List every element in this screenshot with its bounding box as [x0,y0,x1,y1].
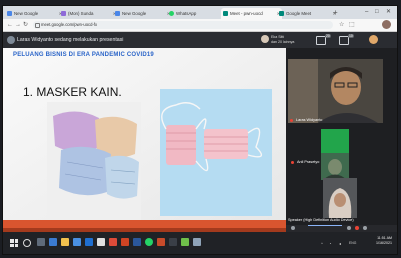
google-favicon-icon [115,11,120,16]
new-tab-button[interactable]: + [333,7,338,18]
meet-favicon-icon [223,11,228,16]
tab-6-label: Google Meet [286,11,312,16]
tab-1[interactable]: New Google✕ [5,8,64,19]
app-icon[interactable] [193,238,201,246]
mic-muted-icon [290,119,293,122]
lock-icon [35,23,40,28]
fabric-masks-photo [47,102,141,220]
tab-4-label: WhatsApp [176,11,197,16]
app-icon[interactable] [157,238,165,246]
presenting-banner: Laras Widyanto sedang melakukan presenta… [17,37,124,43]
profile-avatar[interactable] [382,20,391,29]
participant-name-2: Anil Prasetyo [297,160,320,164]
participants-badge: 20 [325,34,331,38]
word-icon[interactable] [133,238,141,246]
back-arrow-icon[interactable]: ← [7,21,13,29]
tab-2-label: (Mon) Sunda [68,11,94,16]
tab-1-label: New Google [14,11,39,16]
powerpoint-icon[interactable] [121,238,129,246]
tray-arrow-icon[interactable]: ^ [321,241,323,246]
windows-start-icon[interactable] [10,239,18,247]
google-favicon-icon [7,11,12,16]
app-icon[interactable] [181,238,189,246]
surgical-masks-photo [160,89,272,216]
tab-6[interactable]: Google Meet ✕ [277,8,338,19]
system-clock[interactable]: 11:51 AM 1/16/2021 [376,236,392,246]
meet-header: Laras Widyanto sedang melakukan presenta… [3,32,397,48]
language-indicator[interactable]: ENG [349,241,356,245]
camera-icon[interactable] [347,226,351,230]
audio-settings-icon[interactable] [291,226,295,230]
url-field[interactable]: meet.google.com/pwn-uocd-fx [33,21,333,29]
avatar [261,35,269,43]
file-explorer-icon[interactable] [61,238,69,246]
mic-icon[interactable] [363,226,367,230]
app-icon[interactable] [97,238,105,246]
participant-tile-3[interactable] [323,178,357,218]
site-favicon-icon [61,11,66,16]
wifi-icon[interactable]: ◔ [329,241,331,246]
participant-tile-2[interactable] [321,153,349,180]
laptop-screen: New Google✕ (Mon) Sunda✕ New Google✕ Wha… [2,5,398,255]
clock-date: 1/16/2021 [376,241,392,245]
star-icon[interactable]: ☆ [339,21,344,29]
app-icon[interactable] [169,238,177,246]
url-text: meet.google.com/pwn-uocd-fx [41,22,98,27]
chat-badge: 10 [348,34,354,38]
search-icon[interactable] [23,239,31,247]
tab-2[interactable]: (Mon) Sunda✕ [59,8,118,19]
participant-name-self: Laras Widyanto [296,118,323,122]
maximize-icon[interactable]: □ [375,7,379,18]
people-icon[interactable] [316,36,326,45]
windows-taskbar: ^ ◔ ◂ ENG 11:51 AM 1/16/2021 [3,232,397,254]
extensions-icon[interactable]: ⬚ [349,21,355,29]
tab-5[interactable]: Meet - pwn-uocd✕ [221,8,282,19]
forward-arrow-icon[interactable]: → [15,21,21,29]
others-presence: Eka Sitti dan 20 lainnya [261,35,295,44]
address-bar-row: ← → ↻ meet.google.com/pwn-uocd-fx ☆ ⬚ [3,19,397,32]
tab-5-label: Meet - pwn-uocd [230,11,263,16]
end-call-icon[interactable] [355,226,359,230]
tab-3-label: New Google [122,11,147,16]
close-window-icon[interactable]: ✕ [386,7,391,18]
store-icon[interactable] [73,238,81,246]
volume-icon[interactable]: ◂ [339,241,341,246]
meet-controls [286,225,397,232]
whatsapp-icon[interactable] [145,238,153,246]
tab-4[interactable]: WhatsApp✕ [167,8,226,19]
tab-3[interactable]: New Google✕ [113,8,172,19]
reload-icon[interactable]: ↻ [23,21,28,29]
edge-icon[interactable] [49,238,57,246]
slide-heading: 1. MASKER KAIN. [23,85,122,99]
meet-favicon-icon [279,11,284,16]
mail-icon[interactable] [85,238,93,246]
minimize-icon[interactable]: – [365,7,368,18]
others-count: dan 20 lainnya [271,39,295,44]
task-view-icon[interactable] [37,238,45,246]
presenter-avatar [7,36,15,44]
chat-icon[interactable] [339,36,349,45]
participant-name-3: Speaker (High Definition Audio Device) [288,218,354,222]
user-avatar[interactable] [369,35,378,44]
slide-title: PELUANG BISNIS DI ERA PANDEMIC COVID19 [13,52,154,58]
mic-muted-icon [291,161,294,164]
browser-tab-bar: New Google✕ (Mon) Sunda✕ New Google✕ Wha… [3,6,397,19]
whatsapp-favicon-icon [169,11,174,16]
chrome-icon[interactable] [109,238,117,246]
participant-tile-self[interactable] [288,59,383,123]
volume-slider[interactable] [308,225,342,226]
